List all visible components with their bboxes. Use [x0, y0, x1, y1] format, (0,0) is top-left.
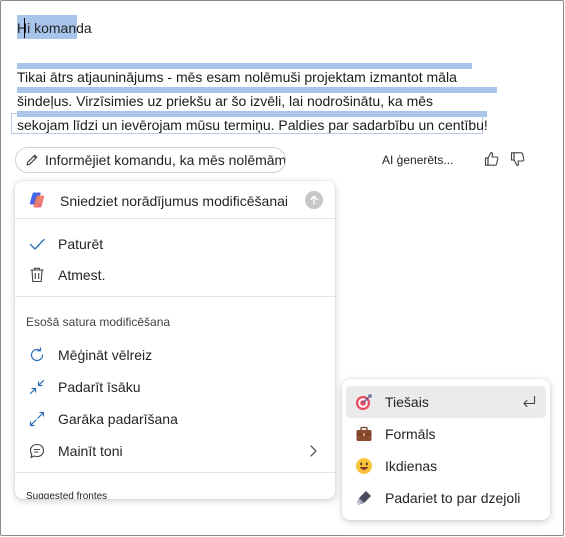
send-button[interactable] — [305, 191, 323, 209]
chevron-right-icon — [310, 445, 317, 457]
prompt-text: Informējiet komandu, ka mēs nolēmām izma… — [45, 152, 286, 168]
briefcase-icon — [356, 426, 372, 441]
expand-icon — [29, 411, 45, 427]
trash-icon — [30, 267, 44, 283]
discard-label: Atmest. — [58, 267, 106, 283]
tone-item-direct[interactable]: Tiešais — [346, 386, 546, 418]
paragraph-line: sekojam līdzi un ievērojam mūsu termiņu.… — [17, 117, 488, 133]
text-cursor — [24, 18, 25, 38]
tone-item-casual[interactable]: Ikdienas — [346, 450, 546, 482]
tone-item-poem[interactable]: Padariet to par dzejoli — [346, 482, 546, 514]
document-title[interactable]: Hi komanda — [17, 19, 92, 37]
tone-item-formal[interactable]: Formāls — [346, 418, 546, 450]
shorten-menu-item[interactable]: Padarīt īsāku — [15, 371, 335, 403]
change-tone-menu-item[interactable]: Mainīt toni — [15, 435, 335, 467]
prompt-chip[interactable]: Informējiet komandu, ka mēs nolēmām izma… — [15, 147, 286, 173]
arrow-up-icon — [310, 195, 318, 205]
shorten-label: Padarīt īsāku — [58, 379, 141, 395]
enter-key-icon — [523, 395, 536, 408]
fountain-pen-icon — [356, 491, 371, 506]
refresh-icon — [30, 347, 44, 362]
retry-menu-item[interactable]: Mēģināt vēlreiz — [15, 339, 335, 371]
section-label: Esošā satura modificēšana — [26, 315, 171, 329]
ai-generated-label[interactable]: AI ģenerēts... — [382, 153, 453, 167]
thumb-up-icon[interactable] — [483, 150, 501, 168]
tone-label: Formāls — [385, 426, 436, 442]
menu-divider — [15, 296, 335, 297]
keep-menu-item[interactable]: Paturēt — [15, 228, 335, 260]
thumb-down-icon[interactable] — [509, 150, 527, 168]
copilot-icon — [29, 192, 45, 208]
keep-label: Paturēt — [58, 236, 104, 252]
lengthen-label: Garāka padarīšana — [58, 411, 178, 427]
pencil-icon — [26, 154, 38, 166]
retry-label: Mēģināt vēlreiz — [58, 347, 153, 363]
paragraph-line: šindeļus. Virzīsimies uz priekšu ar šo i… — [17, 93, 434, 109]
target-icon — [356, 394, 372, 410]
shrink-icon — [29, 379, 45, 395]
tone-label: Padariet to par dzejoli — [385, 490, 521, 506]
lengthen-menu-item[interactable]: Garāka padarīšana — [15, 403, 335, 435]
paragraph-line: Tikai ātrs atjauninājums - mēs esam nolē… — [17, 69, 457, 85]
checkmark-icon — [29, 238, 45, 250]
suggested-prompts-label: Suggested frontes — [26, 491, 108, 499]
tone-label: Tiešais — [385, 394, 429, 410]
smile-icon — [356, 458, 372, 474]
change-tone-label: Mainīt toni — [58, 443, 123, 459]
document-paragraph[interactable]: Tikai ātrs atjauninājums - mēs esam nolē… — [17, 65, 492, 137]
tone-label: Ikdienas — [385, 458, 438, 474]
modify-prompt-placeholder: Sniedziet norādījumus modificēšanai — [60, 193, 289, 209]
chat-bubble-icon — [29, 443, 45, 459]
copilot-action-menu: Sniedziet norādījumus modificēšanai Patu… — [15, 181, 335, 499]
document-frame: Hi komanda Tikai ātrs atjauninājums - mē… — [0, 0, 564, 536]
modify-prompt-input[interactable]: Sniedziet norādījumus modificēšanai — [15, 181, 335, 219]
tone-submenu: Tiešais Formāls Ikdienas Padariet to par… — [342, 379, 550, 520]
menu-divider — [15, 472, 335, 473]
discard-menu-item[interactable]: Atmest. — [15, 259, 335, 291]
